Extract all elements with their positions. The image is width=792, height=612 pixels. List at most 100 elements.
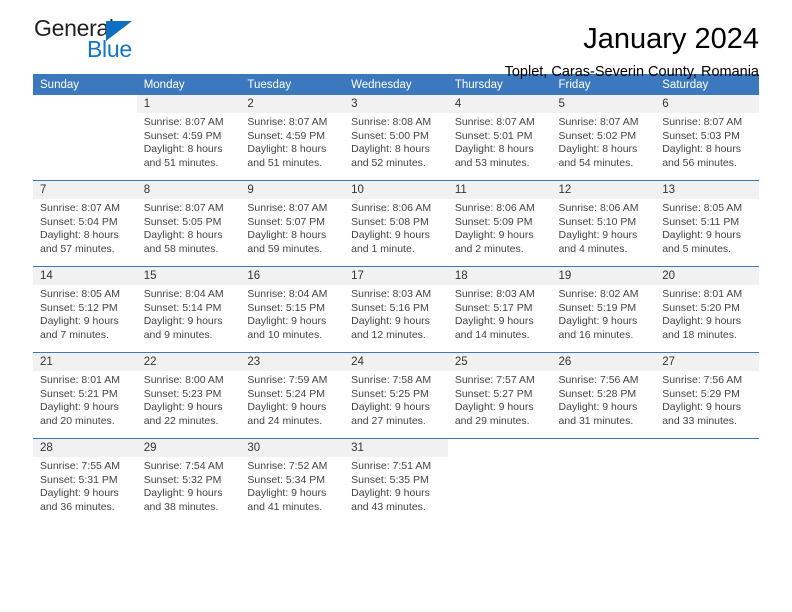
sunset-text: Sunset: 5:08 PM [351, 215, 429, 228]
day-details: Sunrise: 8:07 AM Sunset: 5:04 PM Daylight:… [33, 199, 137, 256]
calendar-empty-cell [33, 95, 137, 180]
calendar-day-cell[interactable]: 25 Sunrise: 7:57 AM Sunset: 5:27 PM Dayligh… [447, 353, 552, 438]
sunset-text: Sunset: 5:01 PM [454, 129, 533, 142]
calendar-day-cell[interactable]: 18 Sunrise: 8:03 AM Sunset: 5:17 PM Dayligh… [447, 267, 552, 352]
day-number: 29 [136, 439, 241, 457]
day-details: Sunrise: 7:59 AM Sunset: 5:24 PM Daylight:… [240, 371, 344, 428]
sunrise-text: Sunrise: 8:07 AM [454, 116, 535, 128]
sunset-text: Sunset: 5:21 PM [40, 387, 118, 400]
day-number: 23 [240, 353, 345, 371]
sunrise-text: Sunrise: 7:52 AM [247, 460, 328, 472]
calendar-day-cell[interactable]: 24 Sunrise: 7:58 AM Sunset: 5:25 PM Dayligh… [344, 353, 448, 438]
day-details: Sunrise: 7:54 AM Sunset: 5:32 PM Daylight:… [137, 457, 241, 514]
day-number: 26 [551, 353, 656, 371]
sunrise-text: Sunrise: 8:07 AM [558, 116, 639, 128]
sunset-text: Sunset: 4:59 PM [247, 129, 326, 142]
day-details: Sunrise: 8:03 AM Sunset: 5:17 PM Daylight:… [448, 285, 552, 342]
sunrise-text: Sunrise: 8:04 AM [247, 288, 328, 300]
calendar-week-row: 21 Sunrise: 8:01 AM Sunset: 5:21 PM Dayligh… [33, 353, 759, 438]
daylight-text: Daylight: 9 hours and 31 minutes. [558, 401, 638, 427]
calendar-day-cell[interactable]: 13 Sunrise: 8:05 AM Sunset: 5:11 PM Dayligh… [655, 181, 759, 266]
sunrise-text: Sunrise: 8:03 AM [351, 288, 432, 300]
calendar-day-cell[interactable]: 27 Sunrise: 7:56 AM Sunset: 5:29 PM Dayligh… [655, 353, 759, 438]
sunrise-text: Sunrise: 7:56 AM [662, 374, 743, 386]
day-number: 21 [33, 353, 137, 371]
sunset-text: Sunset: 5:14 PM [143, 301, 222, 314]
day-number: 1 [136, 95, 241, 113]
calendar-empty-cell [448, 439, 552, 524]
calendar-day-cell[interactable]: 17 Sunrise: 8:03 AM Sunset: 5:16 PM Dayligh… [344, 267, 448, 352]
calendar-day-cell[interactable]: 15 Sunrise: 8:04 AM Sunset: 5:14 PM Dayligh… [136, 267, 241, 352]
calendar-day-cell[interactable]: 14 Sunrise: 8:05 AM Sunset: 5:12 PM Dayligh… [33, 267, 137, 352]
calendar-day-cell[interactable]: 10 Sunrise: 8:06 AM Sunset: 5:08 PM Dayligh… [344, 181, 448, 266]
day-number: 20 [655, 267, 759, 285]
day-details: Sunrise: 8:06 AM Sunset: 5:08 PM Daylight:… [344, 199, 448, 256]
calendar-day-cell[interactable]: 28 Sunrise: 7:55 AM Sunset: 5:31 PM Dayligh… [33, 439, 137, 524]
day-number: 5 [551, 95, 656, 113]
daylight-text: Daylight: 8 hours and 57 minutes. [40, 229, 119, 255]
calendar-day-cell[interactable]: 3 Sunrise: 8:08 AM Sunset: 5:00 PM Daylight… [344, 95, 448, 180]
calendar-day-cell[interactable]: 8 Sunrise: 8:07 AM Sunset: 5:05 PM Daylight… [136, 181, 241, 266]
daylight-text: Daylight: 9 hours and 27 minutes. [351, 401, 430, 427]
daylight-text: Daylight: 9 hours and 22 minutes. [143, 401, 223, 427]
sunrise-text: Sunrise: 8:06 AM [454, 202, 535, 214]
day-details: Sunrise: 8:07 AM Sunset: 4:59 PM Daylight:… [240, 113, 344, 170]
calendar-day-cell[interactable]: 23 Sunrise: 7:59 AM Sunset: 5:24 PM Dayligh… [240, 353, 345, 438]
day-details: Sunrise: 8:03 AM Sunset: 5:16 PM Daylight:… [344, 285, 448, 342]
day-number: 14 [33, 267, 137, 285]
sunrise-text: Sunrise: 7:58 AM [351, 374, 432, 386]
sunrise-text: Sunrise: 7:59 AM [247, 374, 328, 386]
day-details: Sunrise: 8:07 AM Sunset: 5:01 PM Daylight:… [448, 113, 552, 170]
calendar-day-cell[interactable]: 2 Sunrise: 8:07 AM Sunset: 4:59 PM Daylight… [240, 95, 345, 180]
day-number: 8 [136, 181, 241, 199]
day-number: 15 [136, 267, 241, 285]
calendar-day-cell[interactable]: 30 Sunrise: 7:52 AM Sunset: 5:34 PM Dayligh… [240, 439, 345, 524]
sunrise-text: Sunrise: 8:06 AM [351, 202, 432, 214]
sunset-text: Sunset: 5:00 PM [351, 129, 429, 142]
sunset-text: Sunset: 5:16 PM [351, 301, 429, 314]
calendar-day-cell[interactable]: 7 Sunrise: 8:07 AM Sunset: 5:04 PM Daylight… [33, 181, 137, 266]
day-details: Sunrise: 7:56 AM Sunset: 5:29 PM Daylight:… [655, 371, 759, 428]
calendar-day-cell[interactable]: 29 Sunrise: 7:54 AM Sunset: 5:32 PM Dayligh… [136, 439, 241, 524]
calendar-day-cell[interactable]: 31 Sunrise: 7:51 AM Sunset: 5:35 PM Dayligh… [344, 439, 448, 524]
day-number: 9 [240, 181, 345, 199]
sunrise-text: Sunrise: 8:07 AM [247, 202, 328, 214]
sunset-text: Sunset: 5:35 PM [351, 473, 429, 486]
calendar-day-cell[interactable]: 6 Sunrise: 8:07 AM Sunset: 5:03 PM Daylight… [655, 95, 759, 180]
sunrise-text: Sunrise: 8:05 AM [40, 288, 120, 300]
daylight-text: Daylight: 9 hours and 7 minutes. [40, 315, 119, 341]
calendar-day-cell[interactable]: 21 Sunrise: 8:01 AM Sunset: 5:21 PM Dayligh… [33, 353, 137, 438]
calendar-day-cell[interactable]: 11 Sunrise: 8:06 AM Sunset: 5:09 PM Dayligh… [447, 181, 552, 266]
day-details: Sunrise: 7:52 AM Sunset: 5:34 PM Daylight:… [240, 457, 344, 514]
calendar-day-cell[interactable]: 19 Sunrise: 8:02 AM Sunset: 5:19 PM Dayligh… [551, 267, 656, 352]
calendar-day-cell[interactable]: 20 Sunrise: 8:01 AM Sunset: 5:20 PM Dayligh… [655, 267, 759, 352]
page-subtitle: Toplet, Caras-Severin County, Romania [504, 64, 759, 80]
day-number: 2 [240, 95, 345, 113]
day-number: 19 [551, 267, 656, 285]
calendar-day-cell[interactable]: 9 Sunrise: 8:07 AM Sunset: 5:07 PM Daylight… [240, 181, 345, 266]
calendar-day-cell[interactable]: 16 Sunrise: 8:04 AM Sunset: 5:15 PM Dayligh… [240, 267, 345, 352]
day-details: Sunrise: 8:06 AM Sunset: 5:10 PM Daylight:… [552, 199, 656, 256]
sunset-text: Sunset: 5:20 PM [662, 301, 740, 314]
day-number: 22 [136, 353, 241, 371]
calendar-body: 1 Sunrise: 8:07 AM Sunset: 4:59 PM Daylight… [33, 95, 759, 524]
day-number [552, 439, 656, 457]
daylight-text: Daylight: 9 hours and 5 minutes. [662, 229, 742, 255]
day-number: 12 [551, 181, 656, 199]
daylight-text: Daylight: 9 hours and 18 minutes. [662, 315, 742, 341]
calendar-day-cell[interactable]: 12 Sunrise: 8:06 AM Sunset: 5:10 PM Dayligh… [551, 181, 656, 266]
calendar-day-cell[interactable]: 26 Sunrise: 7:56 AM Sunset: 5:28 PM Dayligh… [551, 353, 656, 438]
day-details: Sunrise: 8:07 AM Sunset: 5:03 PM Daylight:… [655, 113, 759, 170]
sunset-text: Sunset: 5:09 PM [454, 215, 533, 228]
calendar-day-cell[interactable]: 1 Sunrise: 8:07 AM Sunset: 4:59 PM Daylight… [136, 95, 241, 180]
sunrise-text: Sunrise: 8:07 AM [40, 202, 120, 214]
daylight-text: Daylight: 9 hours and 38 minutes. [143, 487, 223, 513]
daylight-text: Daylight: 9 hours and 43 minutes. [351, 487, 430, 513]
daylight-text: Daylight: 8 hours and 59 minutes. [247, 229, 327, 255]
daylight-text: Daylight: 8 hours and 51 minutes. [247, 143, 327, 169]
sunset-text: Sunset: 5:17 PM [454, 301, 533, 314]
calendar-day-cell[interactable]: 22 Sunrise: 8:00 AM Sunset: 5:23 PM Dayligh… [136, 353, 241, 438]
page-header: General Blue January 2024 Toplet, Caras-… [33, 0, 759, 80]
calendar-day-cell[interactable]: 5 Sunrise: 8:07 AM Sunset: 5:02 PM Daylight… [551, 95, 656, 180]
calendar-day-cell[interactable]: 4 Sunrise: 8:07 AM Sunset: 5:01 PM Daylight… [447, 95, 552, 180]
